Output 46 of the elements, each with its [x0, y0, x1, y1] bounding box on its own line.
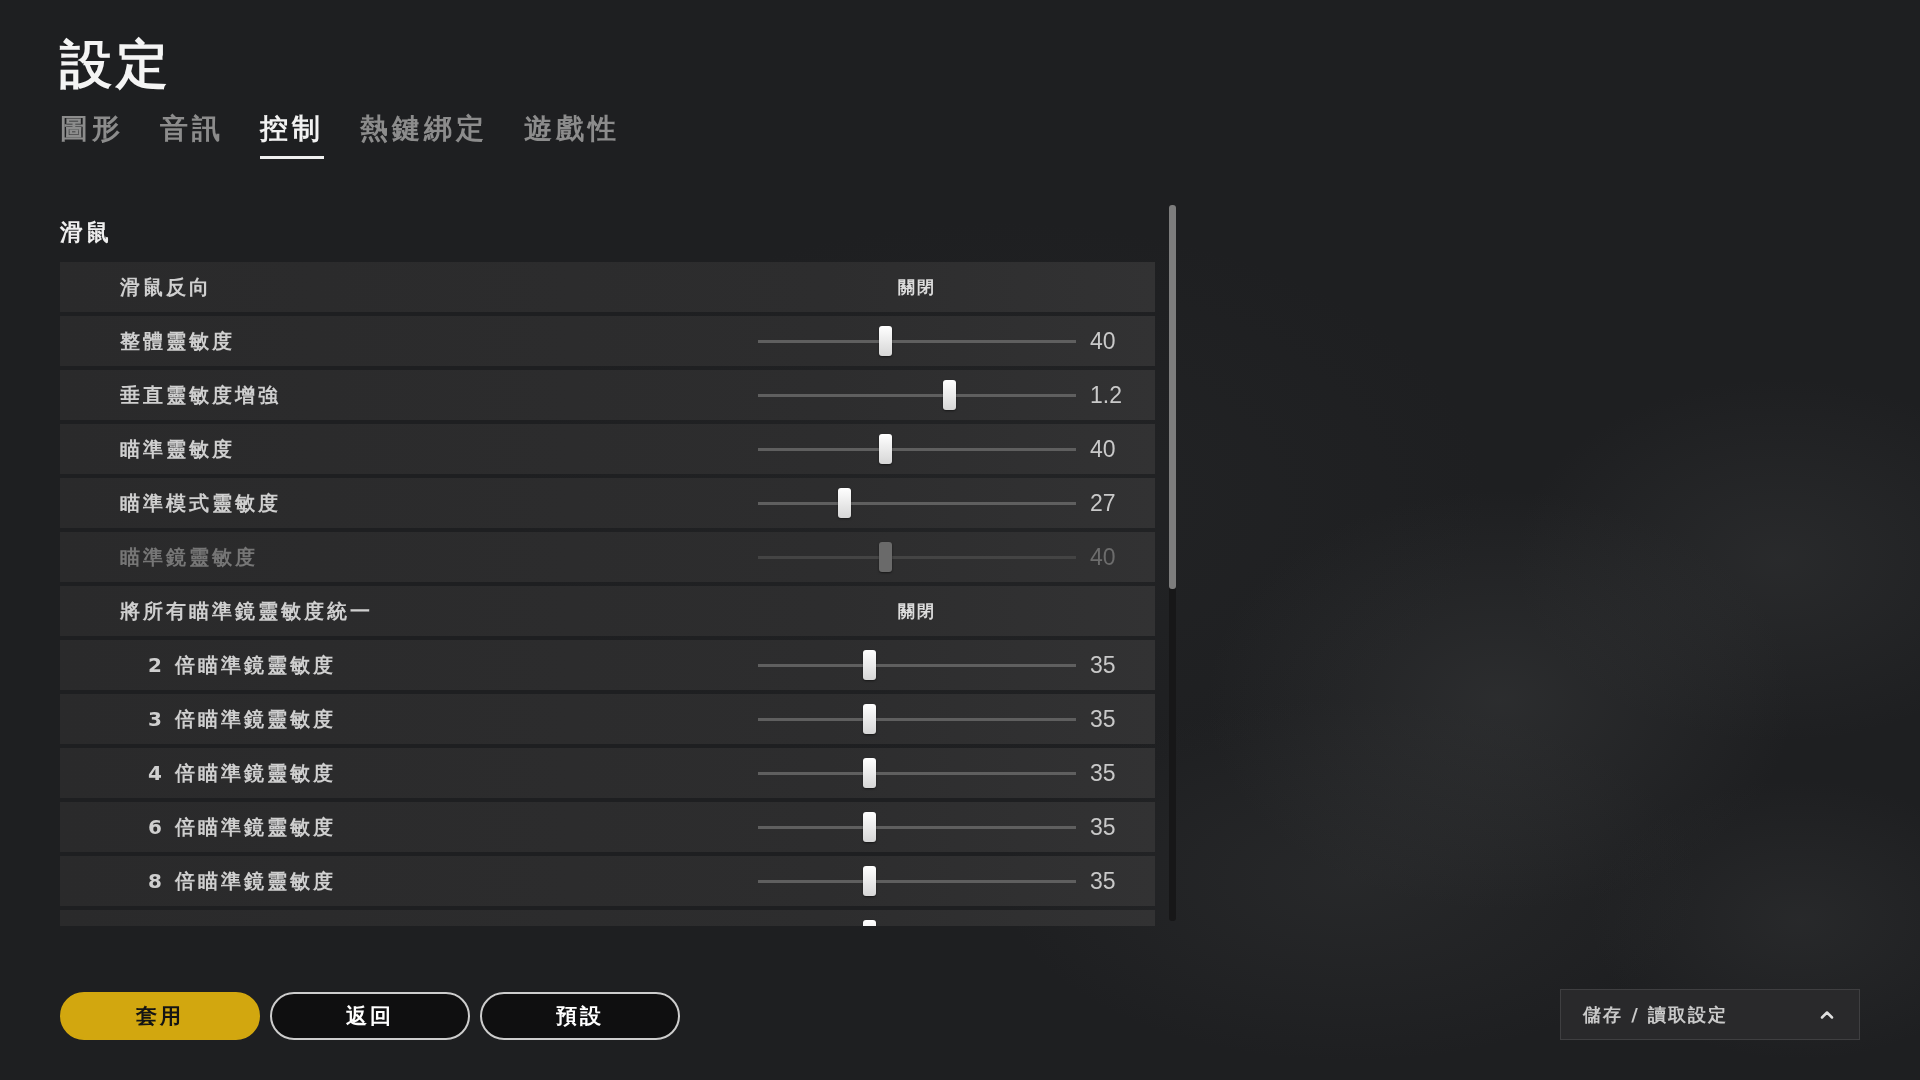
setting-value: 35: [1090, 867, 1116, 895]
setting-label: 滑鼠反向: [120, 273, 212, 301]
setting-value: 35: [1090, 813, 1116, 841]
setting-label: 2 倍瞄準鏡靈敏度: [148, 651, 336, 679]
tab[interactable]: 控制: [260, 110, 324, 159]
setting-label: 垂直靈敏度增強: [120, 381, 281, 409]
tab[interactable]: 熱鍵綁定: [360, 110, 488, 159]
slider-thumb[interactable]: [942, 380, 956, 410]
setting-value: 35: [1090, 759, 1116, 787]
setting-value: 40: [1090, 327, 1116, 355]
section-title: 滑鼠: [60, 218, 112, 247]
tab[interactable]: 音訊: [160, 110, 224, 159]
setting-label: 瞄準鏡靈敏度: [120, 543, 258, 571]
setting-value: 1.2: [1090, 381, 1122, 409]
setting-value: 35: [1090, 651, 1116, 679]
setting-label: 整體靈敏度: [120, 327, 235, 355]
apply-button[interactable]: 套用: [60, 992, 260, 1040]
setting-label: 3 倍瞄準鏡靈敏度: [148, 705, 336, 733]
setting-value: 27: [1090, 489, 1116, 517]
slider-thumb[interactable]: [879, 326, 893, 356]
slider-thumb[interactable]: [863, 704, 877, 734]
slider-thumb[interactable]: [863, 812, 877, 842]
slider-thumb[interactable]: [837, 488, 851, 518]
scrollbar-thumb[interactable]: [1169, 205, 1176, 589]
setting-label: 4 倍瞄準鏡靈敏度: [148, 759, 336, 787]
tab[interactable]: 圖形: [60, 110, 124, 159]
action-button[interactable]: 返回: [270, 992, 470, 1040]
toggle-option[interactable]: 關閉: [898, 599, 936, 623]
slider-thumb[interactable]: [863, 758, 877, 788]
toggle-option[interactable]: 關閉: [898, 275, 936, 299]
setting-label: 瞄準靈敏度: [120, 435, 235, 463]
setting-label: 8 倍瞄準鏡靈敏度: [148, 867, 336, 895]
setting-label: 6 倍瞄準鏡靈敏度: [148, 813, 336, 841]
slider-thumb[interactable]: [863, 866, 877, 896]
tab[interactable]: 遊戲性: [524, 110, 620, 159]
slider-thumb[interactable]: [863, 650, 877, 680]
setting-value: 35: [1090, 705, 1116, 733]
setting-label: 瞄準模式靈敏度: [120, 489, 281, 517]
setting-label: 將所有瞄準鏡靈敏度統一: [120, 597, 373, 625]
profile-dropdown[interactable]: 儲存 / 讀取設定: [1560, 989, 1860, 1040]
action-button[interactable]: 預設: [480, 992, 680, 1040]
setting-value: 40: [1090, 435, 1116, 463]
slider-thumb[interactable]: [879, 434, 893, 464]
scrollbar-track[interactable]: [1169, 205, 1176, 921]
page-title: 設定: [60, 34, 172, 94]
setting-value: 40: [1090, 543, 1116, 571]
